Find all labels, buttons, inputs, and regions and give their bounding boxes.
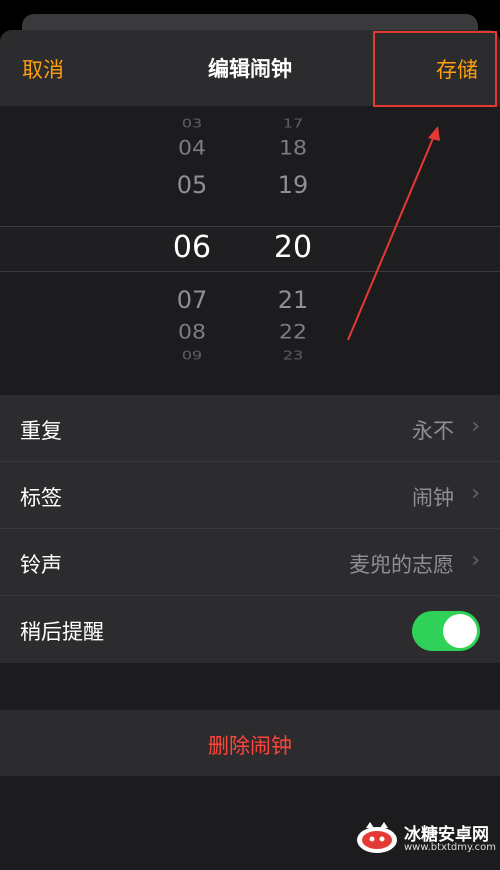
hour-option[interactable]: 08 [152,321,232,344]
ringtone-value: 麦兜的志愿 [349,553,454,577]
delete-alarm-button[interactable]: 删除闹钟 [0,710,500,776]
chevron-right-icon: › [471,414,480,439]
hour-option[interactable]: 07 [152,286,232,314]
minute-option[interactable]: 18 [253,137,333,160]
tag-row[interactable]: 标签 闹钟 › [0,462,500,529]
minute-option[interactable] [253,109,333,116]
selected-hour[interactable]: 06 [152,230,232,265]
chevron-right-icon: › [471,548,480,573]
minute-option[interactable]: 21 [253,286,333,314]
alarm-settings-list: 重复 永不 › 标签 闹钟 › 铃声 麦兜的志愿 › 稍后提醒 [0,395,500,663]
repeat-row[interactable]: 重复 永不 › [0,395,500,462]
hour-wheel[interactable]: 03 04 05 06 07 08 09 [152,106,232,392]
snooze-toggle[interactable] [412,611,480,651]
minute-option[interactable]: 22 [253,321,333,344]
hour-option[interactable]: 09 [152,348,232,362]
minute-wheel[interactable]: 17 18 19 20 21 22 23 [253,106,333,392]
watermark-url: www.btxtdmy.com [404,842,497,853]
watermark: 冰糖安卓网 www.btxtdmy.com [354,818,497,858]
edit-alarm-sheet: 取消 编辑闹钟 存储 03 04 05 06 07 08 09 17 18 19… [0,30,500,870]
annotation-highlight-box [373,31,497,107]
tag-label: 标签 [20,486,62,510]
selected-minute[interactable]: 20 [253,230,333,265]
selection-band [0,226,500,272]
snooze-label: 稍后提醒 [20,620,104,644]
minute-option[interactable]: 23 [253,348,333,362]
time-picker[interactable]: 03 04 05 06 07 08 09 17 18 19 20 21 22 2… [0,106,500,392]
repeat-value: 永不 [412,419,454,443]
ringtone-row[interactable]: 铃声 麦兜的志愿 › [0,529,500,596]
hour-option[interactable]: 04 [152,137,232,160]
minute-option[interactable]: 17 [253,116,333,130]
ringtone-label: 铃声 [20,553,62,577]
toggle-knob [443,614,477,648]
minute-option[interactable]: 19 [253,171,333,199]
repeat-label: 重复 [20,419,62,443]
snooze-row: 稍后提醒 [0,596,500,663]
hour-option[interactable] [152,109,232,116]
tag-value: 闹钟 [412,486,454,510]
candy-logo-icon [357,822,397,853]
delete-alarm-label: 删除闹钟 [208,734,292,758]
hour-option[interactable]: 03 [152,116,232,130]
hour-option[interactable]: 05 [152,171,232,199]
chevron-right-icon: › [471,481,480,506]
